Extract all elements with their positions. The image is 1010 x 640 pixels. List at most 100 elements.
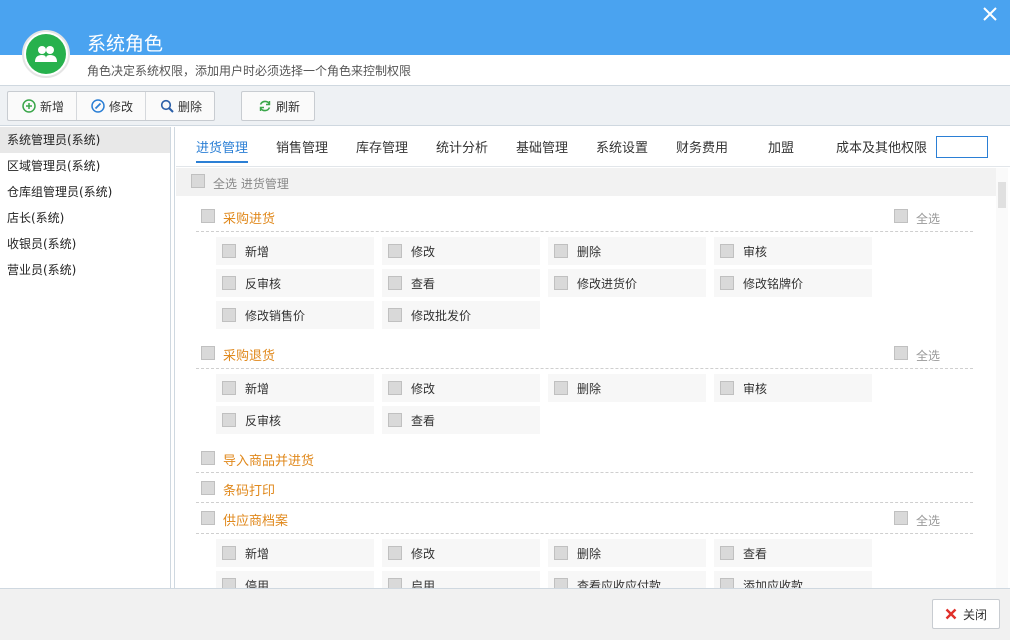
scrollbar-thumb[interactable]	[998, 182, 1006, 208]
permission-checkbox[interactable]	[720, 244, 734, 258]
section-checkbox[interactable]	[201, 451, 215, 465]
permission-label: 修改铭牌价	[743, 276, 804, 291]
vertical-scrollbar[interactable]	[996, 168, 1008, 588]
permission-checkbox[interactable]	[720, 546, 734, 560]
permission-item[interactable]: 修改铭牌价	[714, 269, 872, 297]
permission-checkbox[interactable]	[388, 578, 402, 588]
permission-item[interactable]: 反审核	[216, 269, 374, 297]
permission-item[interactable]: 修改进货价	[548, 269, 706, 297]
select-all-module-checkbox[interactable]	[191, 174, 205, 188]
section-title: 供应商档案	[223, 514, 289, 529]
role-item[interactable]: 区域管理员(系统)	[0, 153, 170, 179]
section-checkbox[interactable]	[201, 481, 215, 495]
permission-checkbox[interactable]	[222, 578, 236, 588]
permission-checkbox[interactable]	[388, 413, 402, 427]
tab-search-input[interactable]	[936, 136, 988, 158]
page-title: 系统角色	[87, 33, 164, 55]
permission-checkbox[interactable]	[222, 244, 236, 258]
permission-checkbox[interactable]	[388, 244, 402, 258]
permission-item[interactable]: 修改	[382, 374, 540, 402]
permission-item[interactable]: 新增	[216, 374, 374, 402]
tab-finance[interactable]: 财务费用	[676, 137, 728, 163]
section-divider	[196, 368, 973, 369]
permission-checkbox[interactable]	[720, 381, 734, 395]
permission-checkbox[interactable]	[720, 578, 734, 588]
delete-button[interactable]: 删除	[146, 92, 214, 120]
permission-label: 添加应收款	[743, 578, 804, 589]
add-button[interactable]: 新增	[8, 92, 78, 120]
permission-item[interactable]: 查看应收应付款	[548, 571, 706, 588]
section-select-all-checkbox[interactable]	[894, 209, 908, 223]
permission-item[interactable]: 添加应收款	[714, 571, 872, 588]
permission-checkbox[interactable]	[554, 276, 568, 290]
permission-item[interactable]: 查看	[382, 406, 540, 434]
permission-checkbox[interactable]	[222, 276, 236, 290]
tab-purchase[interactable]: 进货管理	[196, 137, 249, 163]
permission-item[interactable]: 查看	[714, 539, 872, 567]
permission-item[interactable]: 反审核	[216, 406, 374, 434]
role-item[interactable]: 仓库组管理员(系统)	[0, 179, 170, 205]
section-checkbox[interactable]	[201, 346, 215, 360]
permission-checkbox[interactable]	[222, 413, 236, 427]
permission-item[interactable]: 删除	[548, 374, 706, 402]
section-select-all-label: 全选	[916, 514, 941, 528]
permission-item[interactable]: 修改批发价	[382, 301, 540, 329]
permission-item[interactable]: 修改	[382, 237, 540, 265]
edit-button[interactable]: 修改	[77, 92, 147, 120]
permission-checkbox[interactable]	[222, 546, 236, 560]
permission-item[interactable]: 修改销售价	[216, 301, 374, 329]
role-item[interactable]: 收银员(系统)	[0, 231, 170, 257]
permission-item[interactable]: 停用	[216, 571, 374, 588]
permission-item[interactable]: 新增	[216, 539, 374, 567]
permission-item[interactable]: 新增	[216, 237, 374, 265]
permission-checkbox[interactable]	[388, 276, 402, 290]
permission-label: 查看	[411, 413, 436, 428]
permission-label: 修改批发价	[411, 308, 472, 323]
permission-checkbox[interactable]	[554, 244, 568, 258]
permission-checkbox[interactable]	[222, 381, 236, 395]
dialog-footer: 关闭	[0, 588, 1010, 640]
permission-label: 反审核	[245, 413, 282, 428]
delete-label: 删除	[178, 99, 203, 114]
permission-checkbox[interactable]	[388, 546, 402, 560]
permission-checkbox[interactable]	[388, 381, 402, 395]
tab-cost-other[interactable]: 成本及其他权限	[836, 137, 927, 163]
role-list: 系统管理员(系统) 区域管理员(系统) 仓库组管理员(系统) 店长(系统) 收银…	[0, 127, 171, 588]
tab-sales[interactable]: 销售管理	[276, 137, 328, 163]
tab-system[interactable]: 系统设置	[596, 137, 648, 163]
permission-label: 修改进货价	[577, 276, 638, 291]
permission-label: 修改	[411, 244, 436, 259]
close-button[interactable]: 关闭	[932, 599, 1000, 629]
permission-item[interactable]: 审核	[714, 237, 872, 265]
permission-checkbox[interactable]	[554, 546, 568, 560]
section-checkbox[interactable]	[201, 511, 215, 525]
permission-checkbox[interactable]	[222, 308, 236, 322]
section-select-all-checkbox[interactable]	[894, 346, 908, 360]
permission-checkbox[interactable]	[388, 308, 402, 322]
tab-franchise[interactable]: 加盟	[768, 137, 794, 163]
role-item[interactable]: 营业员(系统)	[0, 257, 170, 283]
pane-divider[interactable]	[174, 127, 175, 588]
tab-statistics[interactable]: 统计分析	[436, 137, 488, 163]
tab-inventory[interactable]: 库存管理	[356, 137, 408, 163]
close-icon[interactable]	[980, 4, 1000, 24]
role-item[interactable]: 系统管理员(系统)	[0, 127, 170, 153]
tab-basic[interactable]: 基础管理	[516, 137, 568, 163]
section-select-all-checkbox[interactable]	[894, 511, 908, 525]
section-select-all-label: 全选	[916, 349, 941, 363]
permission-item[interactable]: 审核	[714, 374, 872, 402]
permission-item[interactable]: 删除	[548, 237, 706, 265]
section-select-all-label: 全选	[916, 212, 941, 226]
permission-checkbox[interactable]	[554, 381, 568, 395]
permission-checkbox[interactable]	[720, 276, 734, 290]
permission-item[interactable]: 删除	[548, 539, 706, 567]
permission-item[interactable]: 修改	[382, 539, 540, 567]
permission-checkbox[interactable]	[554, 578, 568, 588]
role-item[interactable]: 店长(系统)	[0, 205, 170, 231]
permission-item[interactable]: 启用	[382, 571, 540, 588]
refresh-button[interactable]: 刷新	[241, 91, 316, 121]
permission-item[interactable]: 查看	[382, 269, 540, 297]
section-divider	[196, 472, 973, 473]
section-title: 采购进货	[223, 212, 276, 227]
section-checkbox[interactable]	[201, 209, 215, 223]
